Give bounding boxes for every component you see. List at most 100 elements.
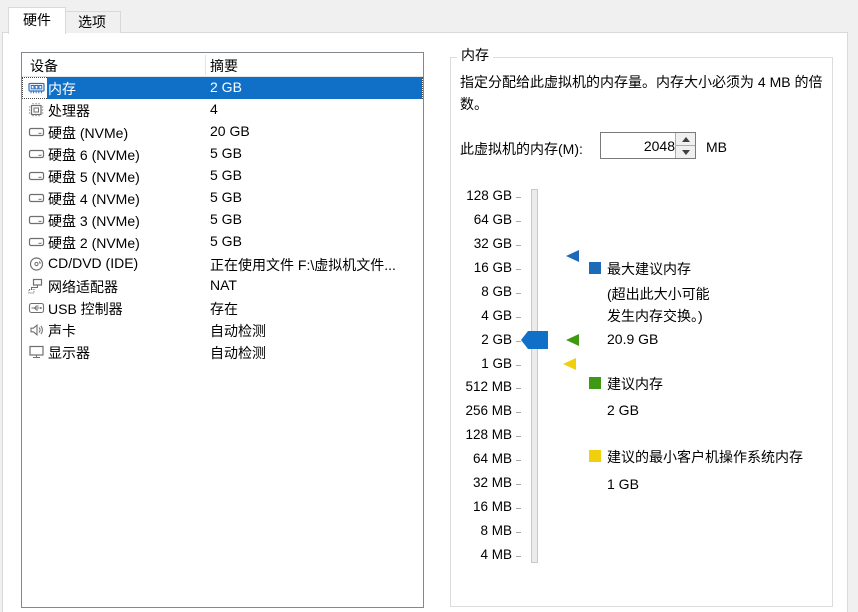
- scale-label: 64 MB: [450, 451, 512, 466]
- scale-tick: [516, 436, 521, 437]
- device-name: 网络适配器: [48, 277, 118, 297]
- device-row[interactable]: CD/DVD (IDE)正在使用文件 F:\虚拟机文件...: [22, 253, 423, 275]
- scale-tick: [516, 221, 521, 222]
- max-memory-note-line2: 发生内存交换。): [607, 306, 703, 326]
- memory-slider-track[interactable]: [531, 189, 538, 563]
- disk-icon: [28, 124, 45, 140]
- scale-tick: [516, 484, 521, 485]
- device-summary: 5 GB: [210, 167, 242, 183]
- scale-label: 16 MB: [450, 499, 512, 514]
- device-row[interactable]: 显示器 自动检测: [22, 341, 423, 363]
- device-summary: NAT: [210, 277, 237, 293]
- device-row[interactable]: 硬盘 2 (NVMe) 5 GB: [22, 231, 423, 253]
- scale-label: 16 GB: [450, 260, 512, 275]
- processor-icon: [28, 102, 45, 118]
- scale-label: 256 MB: [450, 403, 512, 418]
- column-divider: [205, 55, 206, 75]
- device-summary: 5 GB: [210, 145, 242, 161]
- device-name: 硬盘 4 (NVMe): [48, 189, 140, 209]
- spinner-buttons: [675, 133, 695, 158]
- display-icon: [28, 344, 45, 360]
- scale-label: 64 GB: [450, 212, 512, 227]
- down-arrow-icon: [682, 150, 690, 155]
- device-name: 内存: [48, 79, 76, 99]
- spinner-up-button[interactable]: [676, 133, 695, 146]
- disk-icon: [28, 212, 45, 228]
- max-memory-note-line1: (超出此大小可能: [607, 284, 710, 304]
- device-name: 硬盘 3 (NVMe): [48, 211, 140, 231]
- scale-tick: [516, 508, 521, 509]
- device-summary: 自动检测: [210, 321, 266, 341]
- memory-unit-label: MB: [706, 139, 727, 155]
- scale-tick: [516, 532, 521, 533]
- scale-tick: [516, 365, 521, 366]
- memory-groupbox-title: 内存: [457, 45, 493, 65]
- device-name: CD/DVD (IDE): [48, 255, 138, 271]
- scale-tick: [516, 245, 521, 246]
- device-row[interactable]: 内存2 GB: [22, 77, 423, 99]
- device-row[interactable]: 硬盘 (NVMe) 20 GB: [22, 121, 423, 143]
- scale-tick: [516, 293, 521, 294]
- scale-label: 32 GB: [450, 236, 512, 251]
- device-list: 设备 摘要 内存2 GB处理器 4 硬盘 (NVMe) 20 GB 硬盘 6 (NVMe…: [21, 52, 424, 608]
- device-row[interactable]: 硬盘 6 (NVMe) 5 GB: [22, 143, 423, 165]
- up-arrow-icon: [682, 137, 690, 142]
- device-row[interactable]: 处理器 4: [22, 99, 423, 121]
- recommended-memory-legend-label: 建议内存: [607, 374, 663, 394]
- scale-tick: [516, 388, 521, 389]
- scale-tick: [516, 341, 521, 342]
- device-summary: 4: [210, 101, 218, 117]
- device-row[interactable]: 硬盘 4 (NVMe)5 GB: [22, 187, 423, 209]
- column-header-summary: 摘要: [210, 56, 238, 76]
- max-memory-legend-label: 最大建议内存: [607, 259, 691, 279]
- device-name: 硬盘 5 (NVMe): [48, 167, 140, 187]
- max-memory-legend-swatch: [589, 262, 601, 274]
- recommended-memory-value: 2 GB: [607, 402, 639, 418]
- device-summary: 20 GB: [210, 123, 250, 139]
- device-row[interactable]: 声卡 自动检测: [22, 319, 423, 341]
- device-row[interactable]: 硬盘 3 (NVMe) 5 GB: [22, 209, 423, 231]
- memory-size-input[interactable]: [601, 133, 678, 158]
- scale-label: 512 MB: [450, 379, 512, 394]
- device-name: 显示器: [48, 343, 90, 363]
- sound-icon: [28, 322, 45, 338]
- device-name: USB 控制器: [48, 299, 123, 319]
- scale-tick: [516, 460, 521, 461]
- network-icon: [28, 278, 45, 294]
- vm-settings-dialog: { "tabs": [ {"label": "硬件", "active": tr…: [0, 0, 858, 611]
- device-rows: 内存2 GB处理器4硬盘 (NVMe)20 GB硬盘 6 (NVMe)5 GB硬…: [22, 77, 423, 363]
- memory-input-label: 此虚拟机的内存(M):: [460, 139, 583, 159]
- scale-label: 2 GB: [450, 332, 512, 347]
- device-name: 处理器: [48, 101, 90, 121]
- disk-icon: [28, 234, 45, 250]
- device-name: 硬盘 (NVMe): [48, 123, 128, 143]
- cd-icon: [28, 256, 45, 272]
- scale-label: 8 MB: [450, 523, 512, 538]
- scale-label: 1 GB: [450, 356, 512, 371]
- disk-icon: [28, 190, 45, 206]
- max-memory-value: 20.9 GB: [607, 331, 658, 347]
- device-summary: 5 GB: [210, 211, 242, 227]
- device-name: 硬盘 6 (NVMe): [48, 145, 140, 165]
- device-row[interactable]: USB 控制器存在: [22, 297, 423, 319]
- disk-icon: [28, 168, 45, 184]
- device-name: 硬盘 2 (NVMe): [48, 233, 140, 253]
- scale-tick: [516, 197, 521, 198]
- tab-options[interactable]: 选项: [63, 11, 121, 33]
- minimum-memory-value: 1 GB: [607, 476, 639, 492]
- tab-hardware[interactable]: 硬件: [8, 7, 66, 34]
- minimum-memory-legend-label: 建议的最小客户机操作系统内存: [607, 447, 803, 467]
- device-summary: 5 GB: [210, 233, 242, 249]
- scale-label: 4 MB: [450, 547, 512, 562]
- device-name: 声卡: [48, 321, 76, 341]
- device-row[interactable]: 网络适配器 NAT: [22, 275, 423, 297]
- disk-icon: [28, 146, 45, 162]
- device-row[interactable]: 硬盘 5 (NVMe) 5 GB: [22, 165, 423, 187]
- scale-label: 128 GB: [450, 188, 512, 203]
- spinner-down-button[interactable]: [676, 146, 695, 158]
- scale-label: 8 GB: [450, 284, 512, 299]
- device-summary: 自动检测: [210, 343, 266, 363]
- memory-icon: [28, 80, 45, 96]
- column-header-device: 设备: [30, 56, 58, 76]
- scale-tick: [516, 556, 521, 557]
